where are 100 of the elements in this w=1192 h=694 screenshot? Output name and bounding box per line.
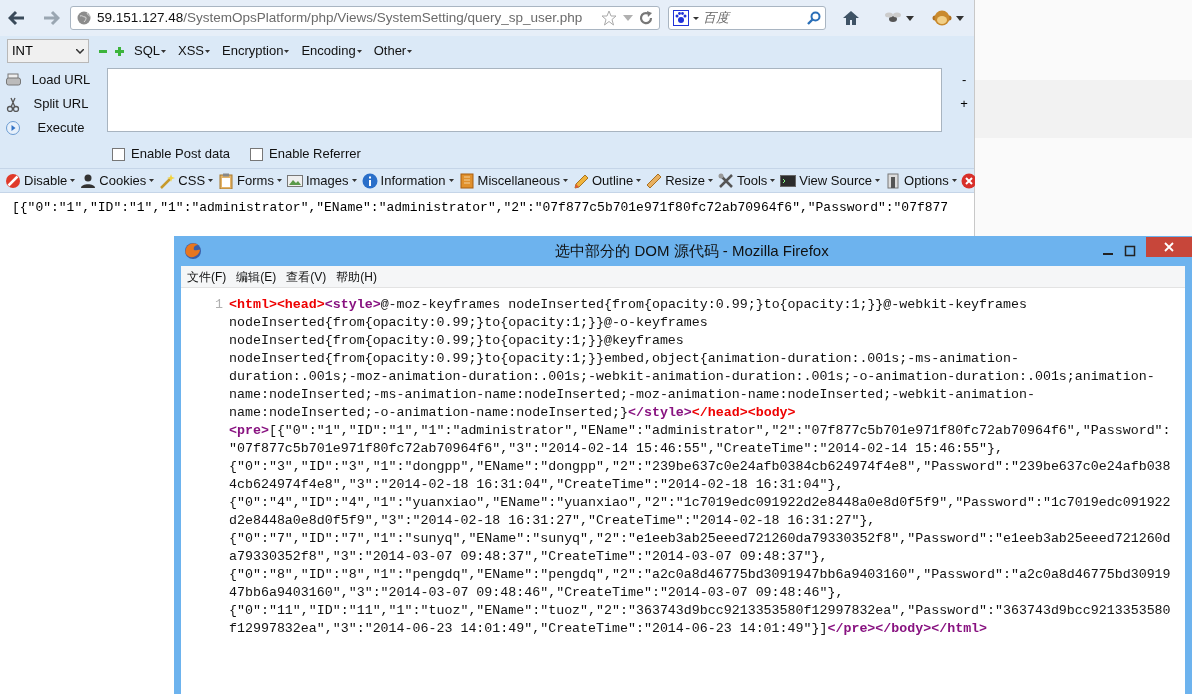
search-field[interactable]: 百度 xyxy=(668,6,826,30)
source-line: nodeInserted{from{opacity:0.99;}to{opacity:1;}}@keyframes xyxy=(229,332,684,350)
source-line: {"0":"3","ID":"3","1":"dongpp","EName":"dongpp","2":"239be637c0e24afb0384cb624974f4e8","Password":"239be637c0e24afb038 xyxy=(229,458,1171,476)
checkbox[interactable] xyxy=(250,147,264,161)
search-input[interactable]: 百度 xyxy=(703,8,803,28)
source-line: {"0":"8","ID":"8","1":"pengdq","EName":"pengdq","2":"a2c0a8d46775bd3091947bb6a9403160","Password":"a2c0a8d46775bd30919 xyxy=(229,566,1171,584)
source-line: name:nodeInserted;-ms-animation-name:nodeInserted;-moz-animation-name:nodeInserted;-webkit-animation- xyxy=(229,386,1035,404)
fly-icon[interactable] xyxy=(884,11,902,25)
caret-icon xyxy=(951,179,957,182)
page-text: [{"0":"1","ID":"1","1":"administrator","EName":"administrator","2":"07f877c5b701e971f80fc72ab70964f6","Password":"07f877 xyxy=(12,199,949,217)
zoom-button[interactable]: + xyxy=(960,92,968,116)
menu-item[interactable]: 帮助(H) xyxy=(336,267,377,286)
back-arrow-icon[interactable] xyxy=(8,10,26,26)
action-button[interactable]: Load URL xyxy=(31,70,91,90)
source-line: duration:.001s;-moz-animation-duration:.001s;-webkit-animation-duration:.001s;-o-animation-duration:.001s;animation- xyxy=(229,368,1155,386)
caret-icon[interactable] xyxy=(906,15,914,21)
source-line: <html><head><style>@-moz-keyframes nodeInserted{from{opacity:0.99;}to{opacity:1;}}@-webkit-keyframes xyxy=(229,296,1027,314)
caret-icon xyxy=(875,179,881,182)
action-button[interactable]: Split URL xyxy=(31,94,91,114)
toolbar-menu-button[interactable]: Tools xyxy=(716,170,777,191)
notebook-icon xyxy=(458,172,475,189)
caret-icon xyxy=(205,49,211,53)
pencil-icon xyxy=(572,172,589,189)
toolbar-menu-button[interactable]: Cookies xyxy=(79,170,156,191)
source-line: {"0":"7","ID":"7","1":"sunyq","EName":"sunyq","2":"e1eeb3ab25eeed721260da79330352f8","Password":"e1eeb3ab25eeed721260d xyxy=(229,530,1171,548)
url-field[interactable]: 59.151.127.48/SystemOpsPlatform/php/Views/SystemSetting/query_sp_user.php xyxy=(70,6,660,30)
caret-icon xyxy=(70,179,76,182)
source-line: name:nodeInserted;-o-animation-name:nodeInserted;}</style></head><body> xyxy=(229,404,796,422)
source-line: f12997832ea","3":"2014-06-23 14:01:49","CreateTime":"2014-06-23 14:01:49"}]</pre></body></html> xyxy=(229,620,988,638)
toolbar-menu-button[interactable]: Information xyxy=(360,170,455,191)
toolbar-menu-button[interactable]: Options xyxy=(884,170,958,191)
source-line: nodeInserted{from{opacity:0.99;}to{opacity:1;}}embed,object{animation-duration:.001s;-ms-animation- xyxy=(229,350,1019,368)
terminal-icon xyxy=(780,172,797,189)
caret-icon xyxy=(562,179,568,182)
action-button[interactable]: Execute xyxy=(31,118,91,138)
wand-icon xyxy=(159,172,176,189)
source-line: 47bb6a9403160","3":"2014-03-07 09:48:46","CreateTime":"2014-03-07 09:48:46"}, xyxy=(229,584,844,602)
checkbox-label[interactable]: Enable Post data xyxy=(131,144,231,164)
caret-icon xyxy=(448,179,454,182)
close-icon xyxy=(1164,242,1174,252)
toolbar-menu-button[interactable]: CSS xyxy=(158,170,215,191)
close-button[interactable] xyxy=(1146,237,1192,257)
chevron-icon xyxy=(76,48,84,54)
home-icon[interactable] xyxy=(842,10,860,26)
checkbox[interactable] xyxy=(112,147,125,161)
maximize-icon[interactable] xyxy=(1124,245,1136,257)
caret-icon xyxy=(707,179,713,182)
menu-button[interactable]: Encoding xyxy=(299,41,364,61)
url-text: 59.151.127.48/SystemOpsPlatform/php/Views/SystemSetting/query_sp_user.php xyxy=(97,8,584,27)
caret-icon xyxy=(636,179,642,182)
close-icon[interactable] xyxy=(960,172,977,189)
checkbox-label[interactable]: Enable Referrer xyxy=(269,144,361,164)
search-icon[interactable] xyxy=(807,11,821,25)
menu-item[interactable]: 文件(F) xyxy=(187,267,227,286)
paw-icon xyxy=(673,10,689,26)
info-icon xyxy=(361,172,378,189)
menu-item[interactable]: 编辑(E) xyxy=(236,267,277,286)
menu-item[interactable]: 查看(V) xyxy=(286,267,327,286)
caret-icon xyxy=(284,49,290,53)
toolbar-menu-button[interactable]: Miscellaneous xyxy=(457,170,569,191)
caret-icon[interactable] xyxy=(956,15,964,21)
line-number: 1 xyxy=(215,296,223,314)
source-line: <pre>[{"0":"1","ID":"1","1":"administrator","EName":"administrator","2":"07f877c5b701e971f80fc72ab70964f6","Password": xyxy=(229,422,1171,440)
globe-icon xyxy=(77,11,91,25)
clipboard-icon xyxy=(218,172,235,189)
type-select[interactable]: INT xyxy=(7,39,89,63)
caret-icon xyxy=(693,16,699,20)
caret-icon xyxy=(407,49,413,53)
scissors-icon xyxy=(6,96,21,112)
menu-button[interactable]: SQL xyxy=(132,41,168,61)
menu-button[interactable]: Encryption xyxy=(220,41,292,61)
caret-icon xyxy=(208,179,214,182)
caret-icon xyxy=(276,179,282,182)
toolbar-menu-button[interactable]: View Source xyxy=(779,170,882,191)
caret-icon xyxy=(351,179,357,182)
play-circle-icon xyxy=(6,120,21,136)
printer-icon xyxy=(6,72,21,88)
image-icon xyxy=(286,172,303,189)
source-line: {"0":"11","ID":"11","1":"tuoz","EName":"tuoz","2":"363743d9bcc9213353580f12997832ea","Password":"363743d9bcc9213353580 xyxy=(229,602,1171,620)
ruler-icon xyxy=(646,172,663,189)
caret-icon xyxy=(770,179,776,182)
toolbar-menu-button[interactable]: Outline xyxy=(571,170,643,191)
star-icon[interactable] xyxy=(601,10,617,26)
toolbar-menu-button[interactable]: Resize xyxy=(645,170,714,191)
caret-icon xyxy=(356,49,362,53)
source-line: 4cb624974f4e8","3":"2014-02-18 16:31:04","CreateTime":"2014-02-18 16:31:04"}, xyxy=(229,476,844,494)
toolbar-menu-button[interactable]: Forms xyxy=(217,170,283,191)
tools-icon xyxy=(717,172,734,189)
source-line: a79330352f8","3":"2014-03-07 09:48:37","CreateTime":"2014-03-07 09:48:37"}, xyxy=(229,548,828,566)
toolbar-menu-button[interactable]: Images xyxy=(285,170,358,191)
reload-icon[interactable] xyxy=(639,11,653,25)
menu-button[interactable]: Other xyxy=(371,41,415,61)
window-title: 选中部分的 DOM 源代码 - Mozilla Firefox xyxy=(554,240,829,261)
source-line: {"0":"4","ID":"4","1":"yuanxiao","EName":"yuanxiao","2":"1c7019edc091922d2e8448a0e8d0f5f9","Password":"1c7019edc091922 xyxy=(229,494,1171,512)
zoom-button[interactable]: - xyxy=(961,68,967,92)
menu-button[interactable]: XSS xyxy=(176,41,213,61)
source-line: "07f877c5b701e971f80fc72ab70964f6","3":"2014-02-14 15:46:55","CreateTime":"2014-02-14 15:46:55"}, xyxy=(229,440,1003,458)
person-icon xyxy=(80,172,97,189)
no-entry-icon xyxy=(5,172,21,189)
toolbar-menu-button[interactable]: Disable xyxy=(4,170,77,191)
